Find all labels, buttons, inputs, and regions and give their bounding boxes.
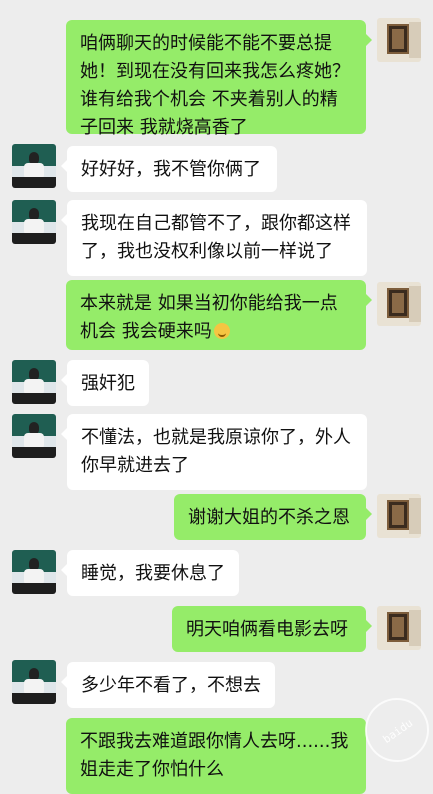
bubble-tail [366,34,372,46]
bubble-tail [366,620,372,632]
my-avatar[interactable] [377,282,421,326]
contact-avatar[interactable] [12,660,56,704]
message-text: 明天咱俩看电影去呀 [186,619,348,640]
contact-avatar[interactable] [12,550,56,594]
message-bubble[interactable]: 不懂法，也就是我原谅你了，外人你早就进去了 [61,414,367,490]
message-text: 睡觉，我要休息了 [81,563,225,584]
message-text: 我现在自己都管不了，跟你都这样了，我也没权利像以前一样说了 [81,213,351,262]
bubble-tail [61,564,67,576]
bubble-tail [61,428,67,440]
message-bubble[interactable]: 明天咱俩看电影去呀 [172,606,372,652]
message-text: 咱俩聊天的时候能不能不要总提她！到现在没有回来我怎么疼她？谁有给我个机会 不夹着… [80,33,350,138]
message-bubble[interactable]: 好好好，我不管你俩了 [61,146,277,192]
contact-avatar[interactable] [12,360,56,404]
chat-thread: 咱俩聊天的时候能不能不要总提她！到现在没有回来我怎么疼她？谁有给我个机会 不夹着… [0,0,433,794]
message-text: 谢谢大姐的不杀之恩 [188,507,350,528]
message-bubble[interactable]: 强奸犯 [61,360,149,406]
contact-avatar[interactable] [12,200,56,244]
message-bubble[interactable]: 多少年不看了，不想去 [61,662,275,708]
my-avatar[interactable] [377,18,421,62]
my-avatar[interactable] [377,494,421,538]
message-bubble[interactable]: 睡觉，我要休息了 [61,550,239,596]
message-text: 好好好，我不管你俩了 [81,159,261,180]
message-bubble[interactable]: 咱俩聊天的时候能不能不要总提她！到现在没有回来我怎么疼她？谁有给我个机会 不夹着… [66,20,372,138]
contact-avatar[interactable] [12,414,56,458]
bubble-tail [61,214,67,226]
contact-avatar[interactable] [12,144,56,188]
my-avatar[interactable] [377,606,421,650]
bubble-tail [61,374,67,386]
message-text: 本来就是 如果当初你能给我一点机会 我会硬来吗 [80,293,338,342]
message-bubble[interactable]: 谢谢大姐的不杀之恩 [174,494,372,540]
message-text: 强奸犯 [81,373,135,394]
bubble-tail [61,676,67,688]
emoji-icon [213,323,230,339]
message-text: 多少年不看了，不想去 [81,675,261,696]
message-text: 不跟我去难道跟你情人去呀......我姐走走了你怕什么 [80,731,349,780]
bubble-tail [366,294,372,306]
message-bubble[interactable]: 不跟我去难道跟你情人去呀......我姐走走了你怕什么 [66,718,366,794]
message-bubble[interactable]: 我现在自己都管不了，跟你都这样了，我也没权利像以前一样说了 [61,200,367,276]
message-bubble[interactable]: 本来就是 如果当初你能给我一点机会 我会硬来吗 [66,280,372,350]
bubble-tail [366,508,372,520]
message-text: 不懂法，也就是我原谅你了，外人你早就进去了 [81,427,351,476]
bubble-tail [61,160,67,172]
